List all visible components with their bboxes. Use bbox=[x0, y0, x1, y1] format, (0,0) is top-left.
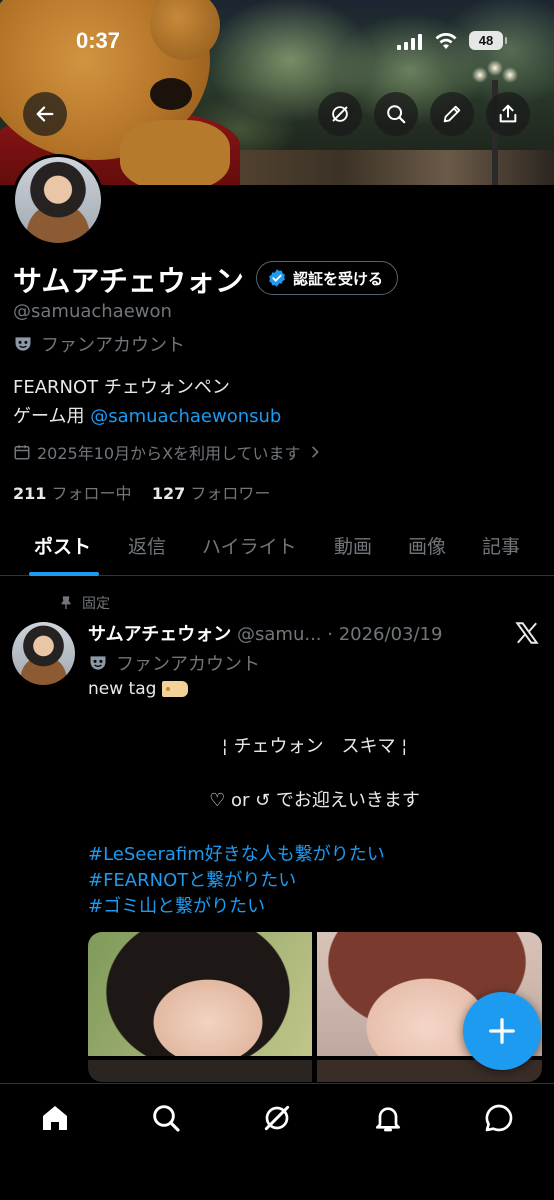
banner-bear-nose bbox=[150, 78, 192, 110]
tab-highlights[interactable]: ハイライト bbox=[202, 532, 297, 559]
post-image[interactable] bbox=[88, 1060, 312, 1082]
profile-label-text: ファンアカウント bbox=[41, 335, 185, 356]
joined-info[interactable]: 2025年10月からXを利用しています bbox=[13, 440, 323, 464]
bio-mention-link[interactable]: @samuachaewonsub bbox=[90, 406, 281, 427]
x-logo-icon[interactable] bbox=[514, 620, 540, 646]
edit-button[interactable] bbox=[430, 92, 474, 136]
messages-icon[interactable] bbox=[483, 1102, 515, 1134]
arrow-left-icon bbox=[36, 106, 54, 122]
search-icon bbox=[387, 105, 406, 124]
profile-tabs: ポスト 返信 ハイライト 動画 画像 記事 bbox=[0, 520, 554, 576]
label-tag-icon bbox=[162, 681, 189, 697]
post-image[interactable] bbox=[88, 932, 312, 1056]
hashtag-link[interactable]: #LeSeerafim好きな人も繋がりたい bbox=[88, 840, 385, 866]
profile-handle: @samuachaewon bbox=[13, 301, 172, 322]
post-text-line-1: new tag bbox=[88, 679, 189, 699]
post-author-label-text: ファンアカウント bbox=[116, 654, 260, 675]
profile-name: サムアチェウォン bbox=[13, 264, 244, 298]
tab-posts[interactable]: ポスト bbox=[34, 532, 91, 559]
search-icon[interactable] bbox=[150, 1102, 182, 1134]
get-verified-label: 認証を受ける bbox=[293, 269, 384, 288]
bottom-navigation bbox=[0, 1083, 554, 1200]
joined-text: 2025年10月からXを利用しています bbox=[37, 444, 301, 463]
followers-link[interactable]: 127 フォロワー bbox=[152, 484, 271, 503]
calendar-icon bbox=[14, 445, 30, 460]
verified-badge-icon bbox=[269, 269, 285, 287]
search-button[interactable] bbox=[374, 92, 418, 136]
post-author-label: ファンアカウント bbox=[88, 650, 260, 676]
status-time: 0:37 bbox=[76, 28, 121, 53]
battery-indicator: 48 bbox=[469, 31, 507, 50]
wifi-icon bbox=[435, 33, 457, 49]
follow-stats: 211 フォロー中 127 フォロワー bbox=[13, 480, 270, 504]
post-text-1: new tag bbox=[88, 679, 157, 699]
followers-label: フォロワー bbox=[190, 484, 271, 503]
tab-photos[interactable]: 画像 bbox=[408, 532, 446, 559]
get-verified-button[interactable]: 認証を受ける bbox=[256, 261, 399, 295]
status-bar: 0:37 48 bbox=[0, 0, 554, 80]
bio-line-1: FEARNOT チェウォンペン bbox=[13, 377, 230, 398]
post-header: サムアチェウォン @samu... · 2026/03/19 bbox=[88, 620, 442, 646]
post-handle-date: @samu... · 2026/03/19 bbox=[237, 624, 443, 645]
post-author-name[interactable]: サムアチェウォン bbox=[88, 624, 231, 645]
cellular-signal-icon bbox=[397, 34, 423, 50]
pinned-indicator: 固定 bbox=[58, 593, 110, 613]
grok-button[interactable] bbox=[318, 92, 362, 136]
post-text-line-2: ¦ チェウォン スキマ ¦ bbox=[221, 736, 408, 757]
following-link[interactable]: 211 フォロー中 bbox=[13, 484, 132, 503]
pinned-label: 固定 bbox=[82, 596, 110, 612]
hashtag-link[interactable]: #ゴミ山と繋がりたい bbox=[88, 892, 265, 918]
pin-icon bbox=[61, 596, 71, 609]
bio-line-2: ゲーム用 @samuachaewonsub bbox=[13, 402, 281, 428]
compose-button[interactable] bbox=[463, 992, 541, 1070]
post-text-line-3: ♡ or ↺ でお迎えいきます bbox=[209, 790, 420, 811]
home-icon[interactable] bbox=[39, 1102, 71, 1134]
tab-videos[interactable]: 動画 bbox=[334, 532, 372, 559]
avatar-image bbox=[15, 157, 101, 243]
share-icon bbox=[499, 104, 517, 123]
profile-label: ファンアカウント bbox=[13, 331, 185, 357]
chevron-right-icon bbox=[311, 446, 319, 458]
share-button[interactable] bbox=[486, 92, 530, 136]
mask-icon bbox=[15, 337, 31, 351]
banner-bear-body bbox=[120, 120, 230, 185]
notifications-icon[interactable] bbox=[372, 1102, 404, 1134]
tab-replies[interactable]: 返信 bbox=[128, 532, 166, 559]
mask-icon bbox=[90, 656, 106, 670]
following-label: フォロー中 bbox=[51, 484, 132, 503]
hashtag-link[interactable]: #FEARNOTと繋がりたい bbox=[88, 866, 296, 892]
followers-count: 127 bbox=[151, 484, 186, 503]
active-tab-indicator bbox=[29, 572, 99, 576]
grok-icon bbox=[332, 106, 348, 122]
banner-ground bbox=[200, 150, 554, 185]
tab-articles[interactable]: 記事 bbox=[482, 532, 520, 559]
grok-icon[interactable] bbox=[261, 1102, 293, 1134]
profile-avatar[interactable] bbox=[12, 154, 104, 246]
post-avatar[interactable] bbox=[12, 622, 75, 685]
back-button[interactable] bbox=[23, 92, 67, 136]
following-count: 211 bbox=[13, 484, 47, 503]
pencil-icon bbox=[443, 105, 461, 123]
plus-icon bbox=[489, 1018, 515, 1044]
bio-line-2-text: ゲーム用 bbox=[13, 406, 91, 427]
